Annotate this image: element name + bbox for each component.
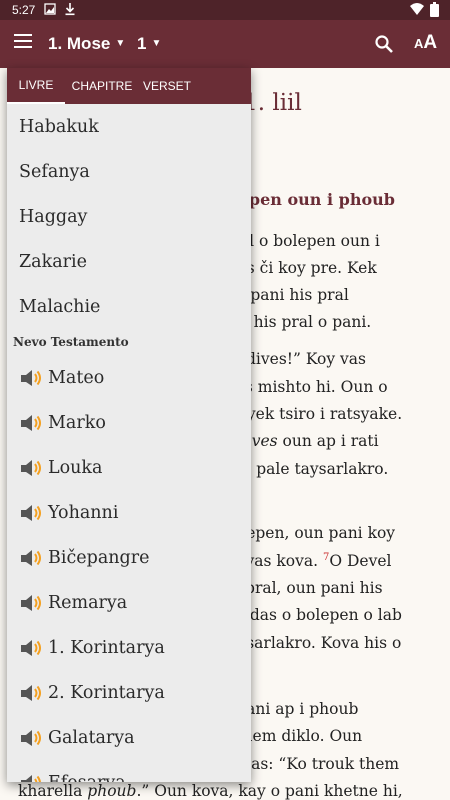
speaker-icon: [21, 684, 41, 701]
book-item-remarya[interactable]: Remarya: [7, 580, 251, 625]
book-label: Galatarya: [48, 727, 135, 748]
book-chooser-dropdown: LIVRE CHAPITRE VERSET Habakuk Sefanya Ha…: [7, 68, 251, 782]
chapter-selector-label: 1: [137, 34, 147, 53]
tab-verset[interactable]: VERSET: [139, 68, 195, 104]
book-item-2-korintarya[interactable]: 2. Korintarya: [7, 670, 251, 715]
book-label: Efesarya: [48, 773, 126, 783]
book-item-yohanni[interactable]: Yohanni: [7, 490, 251, 535]
image-notification-icon: [44, 3, 56, 15]
speaker-icon: [21, 504, 41, 521]
speaker-icon: [21, 729, 41, 746]
book-label: 1. Korintarya: [48, 637, 165, 658]
book-item-sefanya[interactable]: Sefanya: [7, 149, 251, 194]
chapter-selector[interactable]: 1 ▼: [137, 34, 161, 54]
speaker-icon: [21, 594, 41, 611]
verse-text: O Devel: [329, 552, 392, 570]
book-item-galatarya[interactable]: Galatarya: [7, 715, 251, 760]
speaker-icon: [21, 414, 41, 431]
tab-livre[interactable]: LIVRE: [7, 68, 65, 104]
verse-text-italic: phoub: [87, 782, 137, 800]
book-list[interactable]: Habakuk Sefanya Haggay Zakarie Malachie …: [7, 104, 251, 782]
speaker-icon: [21, 459, 41, 476]
book-label: Bičepangre: [48, 547, 150, 568]
tab-chapitre[interactable]: CHAPITRE: [65, 68, 139, 104]
book-item-marko[interactable]: Marko: [7, 400, 251, 445]
book-item-louka[interactable]: Louka: [7, 445, 251, 490]
book-selector-label: 1. Mose: [48, 34, 111, 53]
verse-text: .” Oun kova, kay o pani khetne hi,: [136, 782, 403, 800]
search-icon[interactable]: [374, 34, 394, 54]
app-bar: 1. Mose ▼ 1 ▼ AA: [0, 20, 450, 68]
book-item-efesarya[interactable]: Efesarya: [7, 760, 251, 782]
book-selector[interactable]: 1. Mose ▼: [48, 34, 125, 54]
chevron-down-icon: ▼: [115, 38, 126, 49]
book-label: Marko: [48, 412, 106, 433]
status-bar: 5:27: [0, 0, 450, 20]
book-label: Mateo: [48, 367, 105, 388]
text-size-icon[interactable]: AA: [414, 32, 437, 54]
chooser-tabs: LIVRE CHAPITRE VERSET: [7, 68, 251, 104]
book-item-habakuk[interactable]: Habakuk: [7, 104, 251, 149]
new-testament-section-label: Nevo Testamento: [13, 335, 129, 349]
book-label: Remarya: [48, 592, 128, 613]
speaker-icon: [21, 639, 41, 656]
wifi-icon: [410, 3, 424, 15]
hamburger-menu-icon[interactable]: [14, 34, 32, 54]
book-item-malachie[interactable]: Malachie: [7, 284, 251, 329]
book-label: 2. Korintarya: [48, 682, 165, 703]
battery-icon: [430, 2, 439, 17]
speaker-icon: [21, 549, 41, 566]
book-label: Louka: [48, 457, 103, 478]
speaker-icon: [21, 774, 41, 782]
book-item-1-korintarya[interactable]: 1. Korintarya: [7, 625, 251, 670]
verse-text: kharella: [18, 782, 83, 800]
book-item-zakarie[interactable]: Zakarie: [7, 239, 251, 284]
verse-line: kharella phoub.” Oun kova, kay o pani kh…: [18, 782, 403, 800]
chevron-down-icon: ▼: [151, 38, 162, 49]
book-item-bicepangre[interactable]: Bičepangre: [7, 535, 251, 580]
book-label: Yohanni: [48, 502, 119, 523]
speaker-icon: [21, 369, 41, 386]
download-icon: [65, 3, 75, 16]
book-item-mateo[interactable]: Mateo: [7, 355, 251, 400]
status-time: 5:27: [12, 3, 36, 17]
book-item-haggay[interactable]: Haggay: [7, 194, 251, 239]
